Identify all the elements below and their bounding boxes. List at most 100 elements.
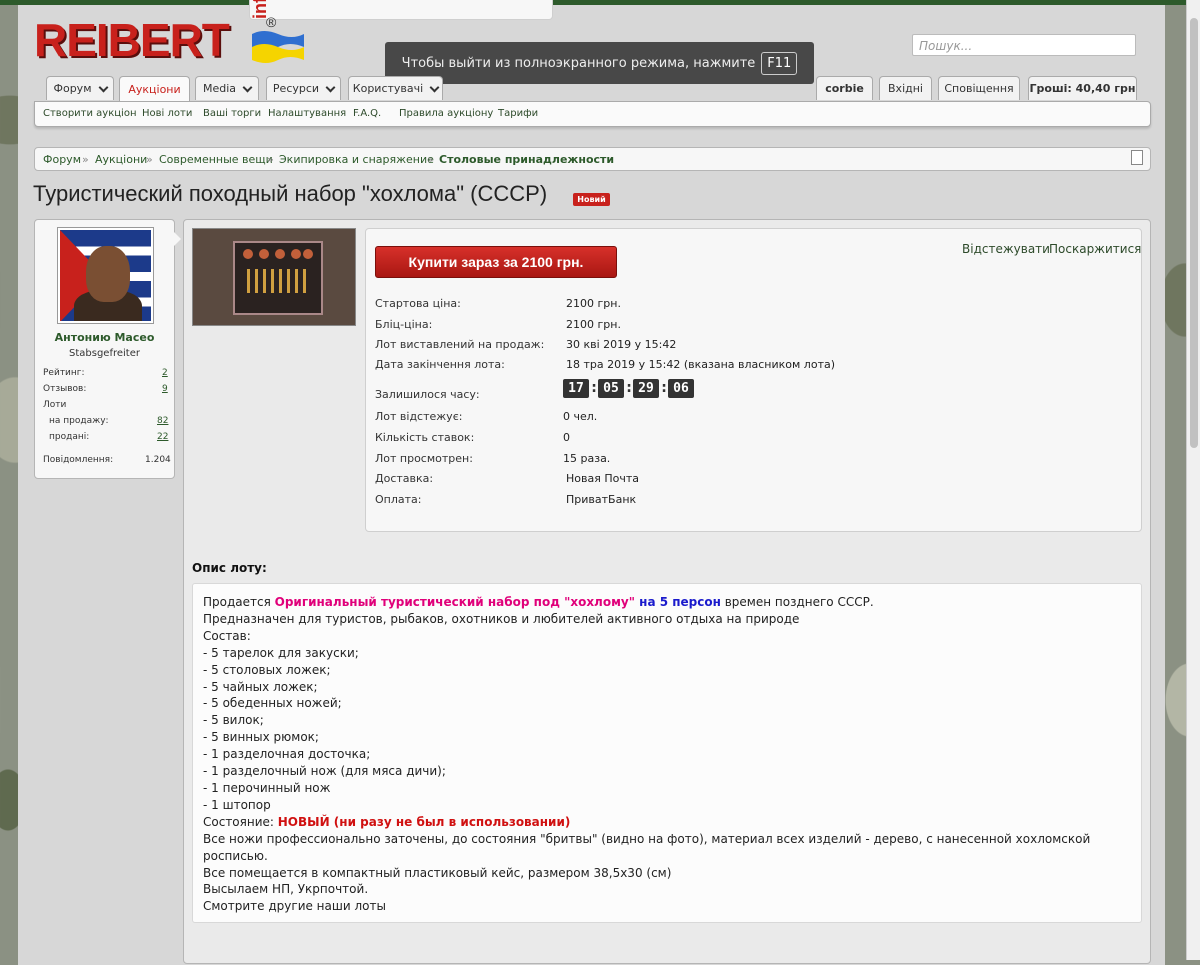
breadcrumb-auctions[interactable]: Аукціони bbox=[95, 153, 147, 166]
watchers-value: 0 чел. bbox=[563, 410, 598, 423]
tab-forum[interactable]: Форум bbox=[46, 76, 114, 100]
photo-plate bbox=[243, 249, 253, 259]
tab-resources[interactable]: Ресурси bbox=[266, 76, 341, 100]
subnav-auction-rules[interactable]: Правила аукціону bbox=[399, 108, 493, 119]
intro-highlight: Оригинальный туристический набор под "хо… bbox=[274, 595, 635, 609]
subnav-tariffs[interactable]: Тарифи bbox=[498, 108, 538, 119]
payment-label: Оплата: bbox=[375, 493, 422, 506]
blitz-price-label: Бліц-ціна: bbox=[375, 318, 433, 331]
logo-suffix: info bbox=[249, 0, 553, 20]
avatar-figure-face bbox=[86, 246, 130, 302]
photo-plate bbox=[303, 249, 313, 259]
subnav-settings[interactable]: Налаштування bbox=[268, 108, 346, 119]
alerts-label: Сповіщення bbox=[944, 82, 1014, 95]
photo-plate bbox=[291, 249, 301, 259]
description-line: - 1 перочинный нож bbox=[203, 780, 331, 795]
timer-colon: : bbox=[591, 380, 597, 396]
photo-utensil bbox=[295, 269, 298, 293]
photo-plate bbox=[259, 249, 269, 259]
breadcrumb-forum[interactable]: Форум bbox=[43, 153, 81, 166]
search-input[interactable]: Пошук... bbox=[912, 34, 1136, 56]
breadcrumb-separator: » bbox=[82, 153, 89, 166]
photo-utensil bbox=[287, 269, 290, 293]
messages-label: Повідомлення: bbox=[43, 455, 114, 465]
for-sale-value[interactable]: 82 bbox=[157, 416, 168, 426]
chevron-down-icon bbox=[242, 82, 253, 92]
chevron-down-icon bbox=[429, 82, 440, 92]
buy-now-button[interactable]: Купити зараз за 2100 грн. bbox=[375, 246, 617, 278]
countdown-timer: 17 : 05 : 29 : 06 bbox=[563, 378, 695, 398]
fullscreen-notice: Чтобы выйти из полноэкранного режима, на… bbox=[385, 42, 814, 84]
intro-persons: на 5 персон bbox=[634, 595, 721, 609]
description-line: - 1 штопор bbox=[203, 797, 271, 812]
page-title: Туристический походный набор "хохлома" (… bbox=[33, 181, 548, 206]
description-heading: Опис лоту: bbox=[192, 561, 267, 575]
description-line: - 5 обеденных ножей; bbox=[203, 696, 342, 711]
lot-photo[interactable] bbox=[192, 228, 356, 326]
tab-user-account[interactable]: corbie bbox=[816, 76, 873, 100]
photo-utensil bbox=[303, 269, 306, 293]
rating-value[interactable]: 2 bbox=[162, 368, 168, 378]
bids-value: 0 bbox=[563, 431, 570, 444]
blitz-price-value: 2100 грн. bbox=[566, 318, 621, 331]
photo-plate bbox=[275, 249, 285, 259]
description-line: Все помещается в компактный пластиковый … bbox=[203, 865, 672, 880]
timer-digit: 05 bbox=[598, 378, 624, 398]
breadcrumb-equipment[interactable]: Экипировка и снаряжение bbox=[279, 153, 434, 166]
tab-money[interactable]: Гроші: 40,40 грн bbox=[1028, 76, 1137, 100]
timer-digit: 29 bbox=[633, 378, 659, 398]
listed-label: Лот виставлений на продаж: bbox=[375, 338, 545, 351]
condition-label: Состояние: bbox=[203, 814, 278, 829]
subnav-your-bids[interactable]: Ваші торги bbox=[203, 108, 261, 119]
payment-value: ПриватБанк bbox=[566, 493, 637, 506]
chevron-down-icon bbox=[325, 82, 336, 92]
fullscreen-message: Чтобы выйти из полноэкранного режима, на… bbox=[401, 55, 756, 71]
breadcrumb-modern-items[interactable]: Современные вещи bbox=[159, 153, 273, 166]
delivery-value: Новая Почта bbox=[566, 472, 639, 485]
subnav-faq[interactable]: F.A.Q. bbox=[353, 108, 381, 119]
start-price-label: Стартова ціна: bbox=[375, 297, 461, 310]
description-line: Смотрите другие наши лоты bbox=[203, 899, 386, 914]
breadcrumb-current[interactable]: Столовые принадлежности bbox=[439, 153, 614, 166]
subnav-create-auction[interactable]: Створити аукціон bbox=[43, 108, 137, 119]
sold-value[interactable]: 22 bbox=[157, 432, 168, 442]
lots-label: Лоти bbox=[43, 400, 67, 410]
tab-alerts[interactable]: Сповіщення bbox=[938, 76, 1020, 100]
page-icon[interactable] bbox=[1131, 150, 1143, 165]
photo-utensil bbox=[255, 269, 258, 293]
scrollbar[interactable] bbox=[1186, 0, 1200, 960]
messages-value: 1.204 bbox=[145, 455, 171, 465]
subnav-new-lots[interactable]: Нові лоти bbox=[142, 108, 192, 119]
tab-media[interactable]: Media bbox=[195, 76, 259, 100]
report-link[interactable]: Поскаржитися bbox=[1049, 242, 1141, 256]
avatar[interactable] bbox=[57, 227, 154, 324]
tab-auctions[interactable]: Аукціони bbox=[119, 76, 190, 102]
timer-digit: 17 bbox=[563, 378, 589, 398]
ukraine-flag-icon bbox=[252, 31, 304, 63]
site-logo[interactable]: REIBERT info ® bbox=[34, 0, 553, 66]
watch-link[interactable]: Відстежувати bbox=[962, 242, 1050, 256]
intro-tail: времен позднего СССР. bbox=[720, 595, 874, 609]
tab-inbox[interactable]: Вхідні bbox=[879, 76, 932, 100]
timer-colon: : bbox=[626, 380, 632, 396]
reviews-value[interactable]: 9 bbox=[162, 384, 168, 394]
watchers-label: Лот відстежує: bbox=[375, 410, 463, 423]
avatar-image bbox=[60, 230, 151, 321]
views-value: 15 раза. bbox=[563, 452, 611, 465]
sub-navigation: Створити аукціон Нові лоти Ваші торги На… bbox=[34, 101, 1151, 127]
description-line: - 5 вилок; bbox=[203, 713, 264, 728]
tab-forum-label: Форум bbox=[53, 82, 92, 95]
fullscreen-key: F11 bbox=[761, 51, 798, 75]
tab-users[interactable]: Користувачі bbox=[348, 76, 443, 100]
delivery-label: Доставка: bbox=[375, 472, 434, 485]
description-line: - 5 винных рюмок; bbox=[203, 730, 319, 745]
photo-utensil bbox=[263, 269, 266, 293]
time-left-label: Залишилося часу: bbox=[375, 388, 480, 401]
breadcrumb-separator: » bbox=[146, 153, 153, 166]
tab-auctions-label: Аукціони bbox=[128, 83, 181, 96]
scrollbar-thumb[interactable] bbox=[1190, 18, 1198, 448]
sold-label: продані: bbox=[49, 432, 90, 442]
seller-name[interactable]: Антонию Масео bbox=[35, 331, 174, 344]
description-condition: Состояние: НОВЫЙ (ни разу не был в испол… bbox=[203, 814, 1131, 831]
logo-text: REIBERT bbox=[34, 14, 230, 66]
